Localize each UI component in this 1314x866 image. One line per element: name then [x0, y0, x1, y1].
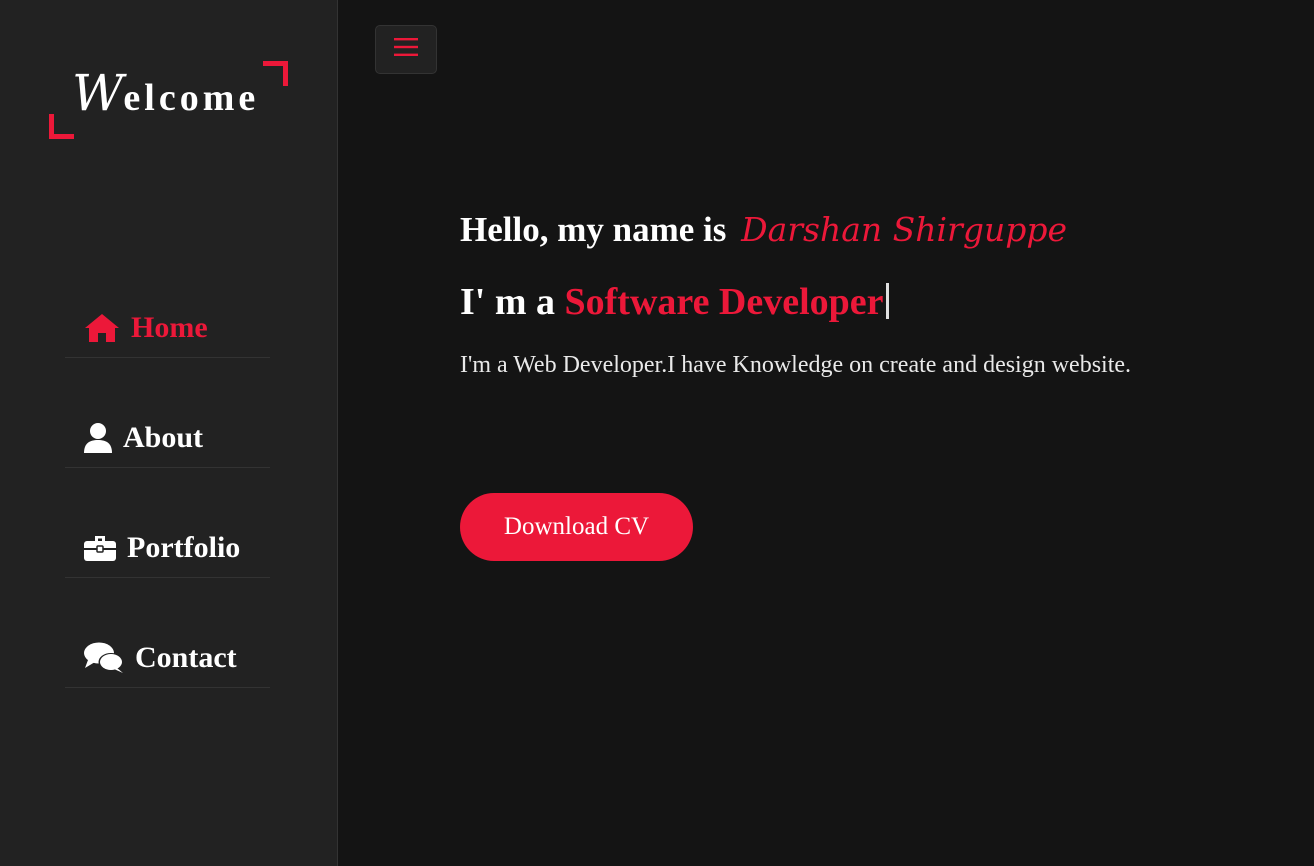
nav-label-home: Home: [131, 310, 208, 344]
hero-name: Darshan Shirguppe: [741, 210, 1067, 249]
logo-corner-bottom-left: [49, 114, 74, 139]
nav-item-home: Home: [65, 298, 270, 408]
nav-link-about[interactable]: About: [65, 408, 270, 468]
role-heading: I' m a Software Developer: [460, 280, 1260, 324]
nav-label-about: About: [123, 420, 204, 454]
hamburger-icon: [394, 37, 418, 62]
nav-item-about: About: [65, 408, 270, 518]
home-icon: [83, 310, 123, 346]
logo-corner-top-right: [263, 61, 288, 86]
logo-rest: elcome: [123, 77, 260, 119]
role-typed: Software Developer: [564, 281, 884, 323]
nav-link-contact[interactable]: Contact: [65, 628, 270, 688]
download-cv-button[interactable]: Download CV: [460, 493, 693, 561]
logo-text: Welcome: [72, 64, 259, 122]
hero-description: I'm a Web Developer.I have Knowledge on …: [460, 352, 1132, 378]
nav-item-portfolio: Portfolio: [65, 518, 270, 628]
main-nav: Home About Portfolio Contact: [65, 298, 270, 738]
hero-section: Hello, my name is Darshan Shirguppe I' m…: [460, 210, 1260, 379]
comments-icon: [83, 640, 127, 676]
greeting-text: Hello, my name is: [460, 210, 727, 249]
user-icon: [83, 420, 115, 456]
greeting-heading: Hello, my name is Darshan Shirguppe: [460, 210, 1260, 250]
nav-label-portfolio: Portfolio: [127, 530, 241, 564]
typing-cursor: [885, 283, 889, 319]
nav-link-portfolio[interactable]: Portfolio: [65, 518, 270, 578]
nav-label-contact: Contact: [135, 640, 237, 674]
briefcase-icon: [83, 530, 119, 566]
sidebar: Welcome Home About Portfolio Contact: [0, 0, 338, 866]
logo[interactable]: Welcome: [48, 60, 290, 140]
role-prefix: I' m a: [460, 281, 555, 323]
nav-link-home[interactable]: Home: [65, 298, 270, 358]
nav-item-contact: Contact: [65, 628, 270, 738]
nav-toggle-button[interactable]: [375, 25, 437, 74]
logo-first-letter: W: [72, 64, 124, 122]
